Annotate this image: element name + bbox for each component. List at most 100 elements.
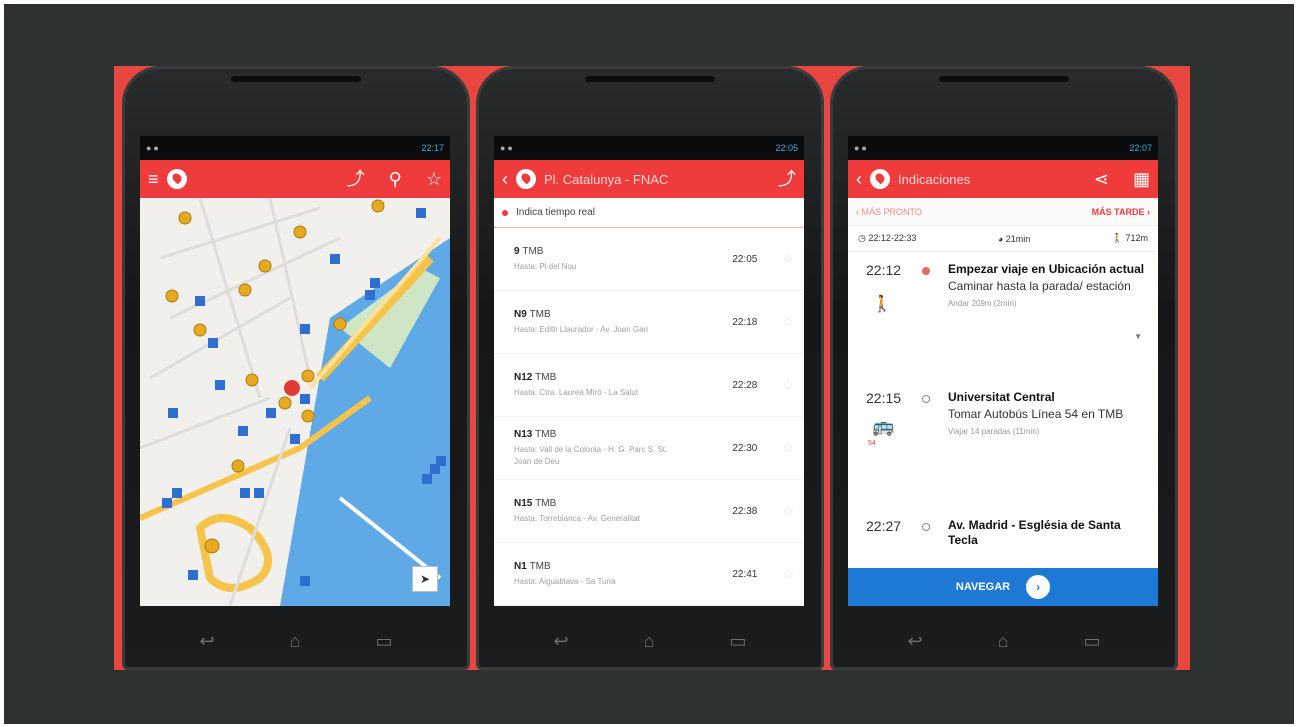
departure-time: 22:41 (732, 568, 758, 580)
later-tab[interactable]: MÁS TARDE › (1092, 207, 1150, 217)
time-tabs: ‹ MÁS PRONTO MÁS TARDE › (848, 198, 1158, 226)
phone-directions: ●● 22:07 ‹ Indicaciones ⋖ ▦ ‹ MÁS PRONTO… (830, 66, 1178, 670)
notification-icons: ●● (500, 143, 515, 153)
step-time: 22:15 (866, 390, 902, 406)
recents-key-icon[interactable]: ▭ (729, 631, 746, 652)
line-number: N15 TMB (514, 497, 557, 509)
status-bar: ●● 22:17 (140, 136, 450, 160)
share-icon[interactable]: ⋖ (1094, 170, 1109, 188)
departure-row[interactable]: N15 TMB Hasta: Torreblanca - Av. Generali… (494, 480, 804, 543)
destination: Hasta: Torreblanca - Av. Generalitat (514, 513, 640, 523)
bus-line-badge: 54 (868, 440, 876, 447)
status-bar: ●● 22:05 (494, 136, 804, 160)
app-bar: ‹ Indicaciones ⋖ ▦ (848, 160, 1158, 198)
step-bullet (922, 267, 930, 275)
destination: Hasta: Vall de la Colonia - H. G. Parc S… (514, 444, 668, 466)
step-desc: Tomar Autobús Línea 54 en TMB (948, 407, 1124, 421)
departure-info: 9 TMB Hasta: Pl del Nou (514, 246, 732, 273)
directions-title: Indicaciones (898, 171, 971, 187)
clock-icon: ◷ (858, 233, 866, 243)
navigation-arrow-icon[interactable]: ➤ (412, 566, 438, 592)
step-name: Empezar viaje en Ubicación actual (948, 262, 1145, 276)
departures-list: 9 TMB Hasta: Pl del Nou 22:05 ☆ N9 TMB Hasta:… (494, 228, 804, 606)
departure-time: 22:18 (732, 316, 758, 328)
notification-icons: ●● (854, 143, 869, 153)
destination: Hasta: Edith Llaurador - Av. Joan Gari (514, 324, 648, 334)
play-icon: › (1026, 575, 1051, 599)
home-key-icon[interactable]: ⌂ (644, 631, 655, 652)
expand-chevron-icon[interactable]: ▼ (1134, 332, 1142, 341)
directions-panel: ‹ MÁS PRONTO MÁS TARDE › ◷ 22:12-22:33 ◕… (848, 198, 1158, 606)
departure-time: 22:30 (732, 442, 758, 454)
navigate-label: NAVEGAR (955, 581, 1011, 593)
step-start[interactable]: 22:12 Empezar viaje en Ubicación actual … (848, 262, 1158, 390)
back-key-icon[interactable]: ↩ (908, 631, 923, 652)
favorite-star-icon[interactable]: ☆ (782, 314, 794, 330)
screen-map: ●● 22:17 ≡ ⤴ ⚲ ☆ ➤ (140, 136, 450, 606)
operator: TMB (535, 497, 557, 509)
walk-distance: 🚶 712m (1111, 233, 1148, 243)
app-logo-icon (870, 169, 890, 189)
back-key-icon[interactable]: ↩ (554, 631, 569, 652)
back-chevron-icon[interactable]: ‹ (856, 170, 862, 188)
bus-icon: 🚌 (872, 416, 895, 436)
step-name: Av. Madrid - Església de Santa Tecla (948, 518, 1121, 547)
departure-info: N9 TMB Hasta: Edith Llaurador - Av. Joan … (514, 309, 732, 336)
favorite-star-icon[interactable]: ☆ (782, 566, 794, 582)
step-bus[interactable]: 22:15 Universitat Central 🚌 54 Tomar Aut… (848, 390, 1158, 518)
operator: TMB (535, 371, 557, 383)
favorite-star-icon[interactable]: ☆ (782, 503, 794, 519)
favorite-star-icon[interactable]: ☆ (782, 377, 794, 393)
android-nav-bar: ↩ ⌂ ▭ (122, 631, 470, 652)
back-key-icon[interactable]: ↩ (200, 631, 215, 652)
map-icon[interactable]: ▦ (1133, 170, 1150, 188)
favorite-star-icon[interactable]: ☆ (782, 251, 794, 267)
line-number: N13 TMB (514, 428, 557, 440)
status-time: 22:17 (421, 143, 444, 153)
favorite-star-icon[interactable]: ☆ (782, 440, 794, 456)
stop-title: Pl. Catalunya - FNAC (544, 171, 669, 187)
realtime-label: Indica tiempo real (516, 207, 595, 218)
departure-time: 22:05 (732, 253, 758, 265)
navigate-button[interactable]: NAVEGAR › (848, 568, 1158, 606)
step-bullet (922, 395, 930, 403)
departure-info: N15 TMB Hasta: Torreblanca - Av. Generali… (514, 498, 732, 525)
step-name: Universitat Central (948, 390, 1055, 404)
departure-row[interactable]: N12 TMB Hasta: Ctra. Laureà Miró - La Sal… (494, 354, 804, 417)
app-logo-icon (516, 169, 536, 189)
map-view[interactable]: ➤ (140, 198, 450, 606)
status-time: 22:05 (775, 143, 798, 153)
recents-key-icon[interactable]: ▭ (375, 631, 392, 652)
operator: TMB (529, 560, 551, 572)
phone-map: ●● 22:17 ≡ ⤴ ⚲ ☆ ➤ ↩ ⌂ ▭ (122, 66, 470, 670)
screen-stop-list: ●● 22:05 ‹ Pl. Catalunya - FNAC ⤴ Indica… (494, 136, 804, 606)
pin-icon[interactable]: ⚲ (389, 170, 402, 188)
operator: TMB (535, 428, 557, 440)
departure-row[interactable]: N9 TMB Hasta: Edith Llaurador - Av. Joan … (494, 291, 804, 354)
android-nav-bar: ↩ ⌂ ▭ (830, 631, 1178, 652)
departure-row[interactable]: 9 TMB Hasta: Pl del Nou 22:05 ☆ (494, 228, 804, 291)
route-icon[interactable]: ⤴ (778, 170, 796, 188)
route-icon[interactable]: ⤴ (347, 170, 365, 188)
star-icon[interactable]: ☆ (426, 170, 442, 188)
phone-speaker (231, 76, 361, 82)
android-nav-bar: ↩ ⌂ ▭ (476, 631, 824, 652)
step-time: 22:27 (866, 518, 902, 534)
departure-row[interactable]: N13 TMB Hasta: Vall de la Colonia - H. G.… (494, 417, 804, 480)
duration: ◕ 21min (997, 233, 1031, 244)
home-key-icon[interactable]: ⌂ (290, 631, 301, 652)
line-number: N9 TMB (514, 308, 551, 320)
trip-summary: ◷ 22:12-22:33 ◕ 21min 🚶 712m (848, 226, 1158, 252)
phone-speaker (939, 76, 1069, 82)
menu-icon[interactable]: ≡ (148, 170, 159, 188)
notification-icons: ●● (146, 143, 161, 153)
realtime-dot-icon (502, 209, 508, 216)
departure-info: N1 TMB Hasta: Aiguablava - Sa Tuna (514, 561, 732, 588)
departure-row[interactable]: N1 TMB Hasta: Aiguablava - Sa Tuna 22:41 ☆ (494, 543, 804, 606)
back-chevron-icon[interactable]: ‹ (502, 170, 508, 188)
home-key-icon[interactable]: ⌂ (998, 631, 1009, 652)
earlier-tab[interactable]: ‹ MÁS PRONTO (856, 207, 922, 217)
screen-directions: ●● 22:07 ‹ Indicaciones ⋖ ▦ ‹ MÁS PRONTO… (848, 136, 1158, 606)
status-bar: ●● 22:07 (848, 136, 1158, 160)
recents-key-icon[interactable]: ▭ (1083, 631, 1100, 652)
